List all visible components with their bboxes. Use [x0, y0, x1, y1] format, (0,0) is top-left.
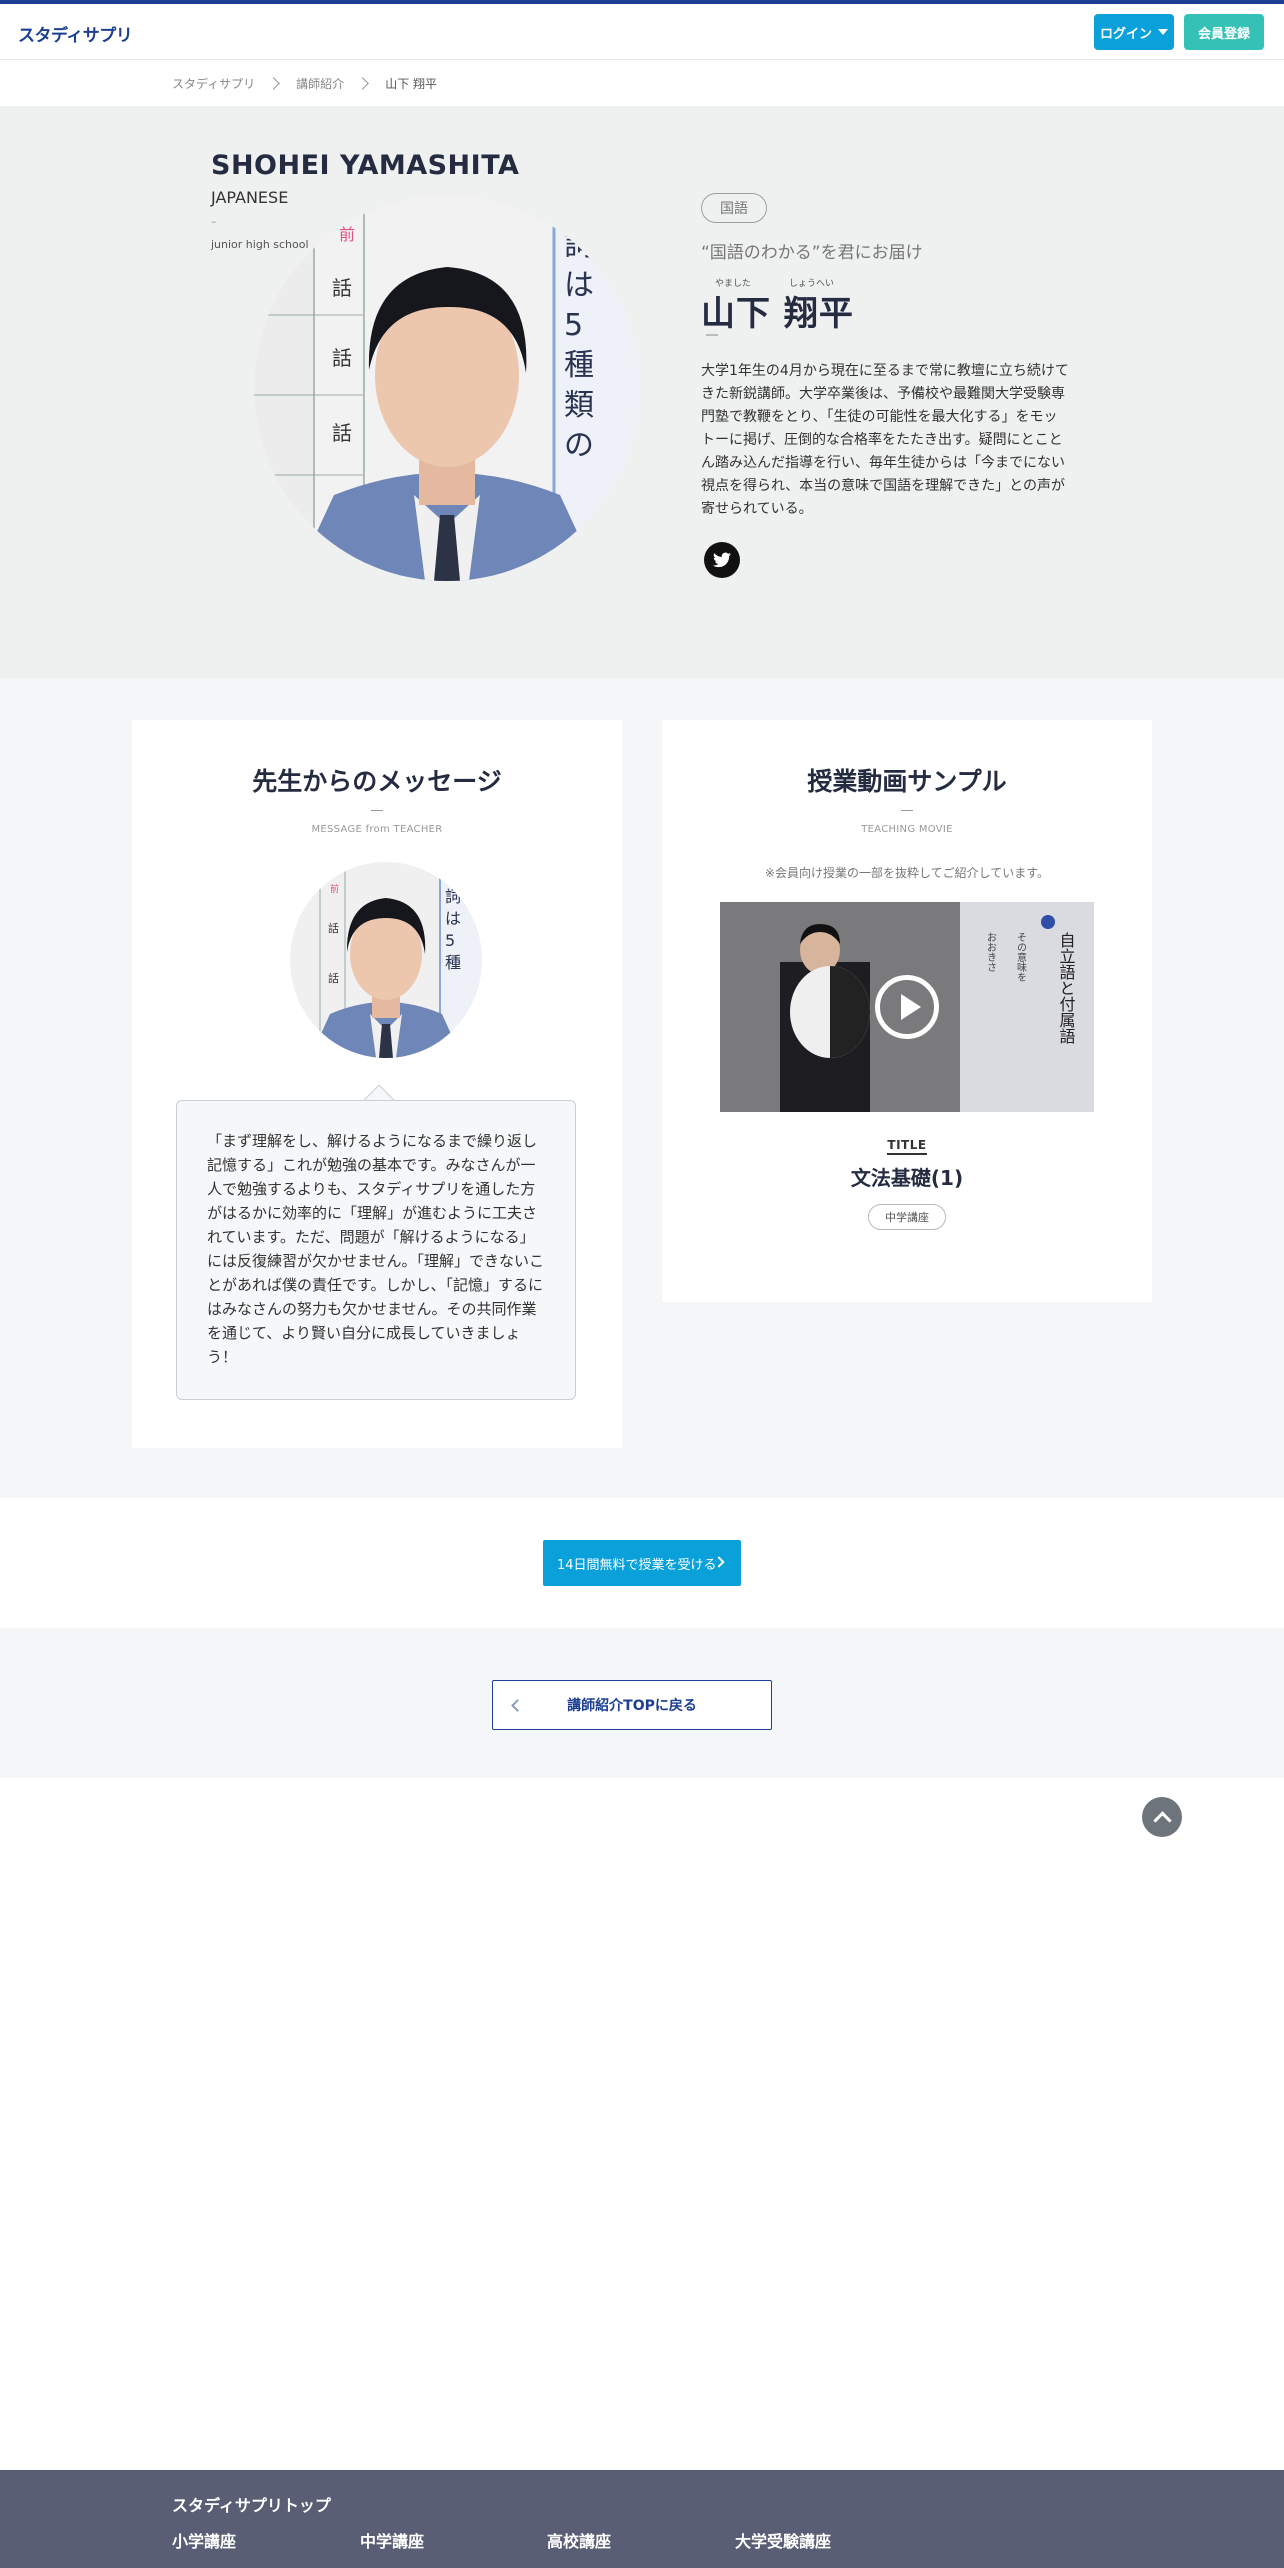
breadcrumb-home[interactable]: スタディサプリ [172, 75, 255, 92]
chevron-left-icon [511, 1699, 524, 1712]
svg-text:話: 話 [328, 971, 339, 985]
caret-down-icon [1158, 29, 1168, 35]
footer-link-elementary[interactable]: 小学講座 [172, 2528, 236, 2552]
svg-text:5: 5 [564, 308, 583, 343]
svg-text:類: 類 [564, 388, 594, 423]
divider-dash [371, 810, 383, 811]
svg-text:前: 前 [339, 225, 355, 244]
footer-home-link[interactable]: スタディサプリトップ [172, 2492, 331, 2516]
video-player[interactable]: 自立語と付属語 その意味を おおきさ [720, 902, 1094, 1112]
course-badge: 中学講座 [868, 1204, 946, 1230]
teacher-bio: 大学1年生の4月から現在に至るまで常に教壇に立ち続けてきた新鋭講師。大学卒業後は… [701, 363, 1069, 517]
breadcrumb-teachers[interactable]: 講師紹介 [296, 75, 344, 92]
movie-note: ※会員向け授業の一部を抜粋してご紹介しています。 [764, 866, 1050, 880]
chevron-right-icon [356, 76, 370, 90]
logo[interactable]: スタディサプリ [18, 21, 133, 46]
free-trial-button[interactable]: 14日間無料で授業を受ける [543, 1540, 741, 1586]
svg-text:話: 話 [332, 421, 352, 445]
movie-label-text: TITLE [887, 1138, 927, 1155]
teacher-portrait: 話 話 話 話 前 詞 は 5 種 類 の [254, 195, 640, 581]
scroll-to-top-button[interactable] [1142, 1797, 1182, 1837]
play-icon[interactable] [875, 975, 939, 1039]
teacher-name-jp: 山下 翔平 [701, 294, 854, 334]
footer-link-high-school[interactable]: 高校講座 [547, 2528, 611, 2552]
svg-text:おおきさ: おおきさ [985, 932, 996, 972]
svg-text:詞: 詞 [445, 887, 461, 906]
svg-text:話: 話 [332, 276, 352, 300]
svg-text:は: は [445, 909, 461, 928]
svg-text:話: 話 [328, 921, 339, 935]
svg-text:話: 話 [332, 346, 352, 370]
twitter-icon [713, 552, 731, 568]
register-button[interactable]: 会員登録 [1184, 14, 1264, 50]
breadcrumb-current: 山下 翔平 [385, 76, 438, 91]
breadcrumb: スタディサプリ 講師紹介 山下 翔平 [172, 60, 437, 106]
back-to-teachers-button[interactable]: 講師紹介TOPに戻る [492, 1680, 772, 1730]
teacher-level-en: junior high school [211, 238, 309, 251]
message-subtitle: MESSAGE from TEACHER [311, 824, 443, 835]
subject-badge: 国語 [701, 193, 767, 223]
svg-text:5: 5 [445, 931, 455, 950]
site-header: スタディサプリ ログイン 会員登録 [0, 4, 1284, 60]
login-label: ログイン [1099, 26, 1152, 42]
svg-text:は: は [564, 268, 594, 303]
teacher-small-portrait: 話 話 前 詞 は 5 種 [290, 862, 482, 1058]
footer-link-junior-high[interactable]: 中学講座 [360, 2528, 424, 2552]
footer-link-university[interactable]: 大学受験講座 [735, 2528, 831, 2552]
site-footer: スタディサプリトップ 小学講座 中学講座 高校講座 大学受験講座 [0, 2470, 1284, 2568]
teacher-subject-en: JAPANESE [211, 188, 289, 207]
teacher-hero [0, 106, 1284, 678]
catchphrase: “国語のわかる”を君にお届け [701, 243, 923, 263]
chevron-right-icon [267, 76, 281, 90]
login-button[interactable]: ログイン [1094, 14, 1174, 50]
svg-text:前: 前 [330, 883, 339, 895]
svg-text:種: 種 [445, 953, 461, 972]
movie-name: 文法基礎(1) [850, 1166, 964, 1190]
free-trial-label: 14日間無料で授業を受ける [557, 1557, 717, 1573]
message-title: 先生からのメッセージ [252, 767, 502, 796]
svg-text:その意味を: その意味を [1015, 932, 1027, 982]
movie-subtitle: TEACHING MOVIE [861, 824, 953, 835]
message-bubble: 「まず理解をし、解けるようになるまで繰り返し記憶する」これが勉強の基本です。みな… [176, 1100, 576, 1400]
divider-dash [901, 810, 913, 811]
divider-dash: – [211, 215, 217, 228]
twitter-button[interactable] [704, 542, 740, 578]
teacher-name-en: SHOHEI YAMASHITA [211, 150, 520, 181]
svg-text:自立語と付属語: 自立語と付属語 [1057, 932, 1076, 1044]
movie-label: TITLE [662, 1138, 1152, 1155]
message-card: 先生からのメッセージ MESSAGE from TEACHER 話 話 前 詞 … [132, 720, 622, 1448]
movie-title: 授業動画サンプル [807, 767, 1007, 796]
divider-dash [706, 334, 718, 336]
svg-text:種: 種 [564, 348, 594, 383]
svg-text:の: の [564, 428, 594, 463]
back-label: 講師紹介TOPに戻る [567, 1698, 697, 1714]
movie-card: 授業動画サンプル TEACHING MOVIE ※会員向け授業の一部を抜粋してご… [662, 720, 1152, 1302]
